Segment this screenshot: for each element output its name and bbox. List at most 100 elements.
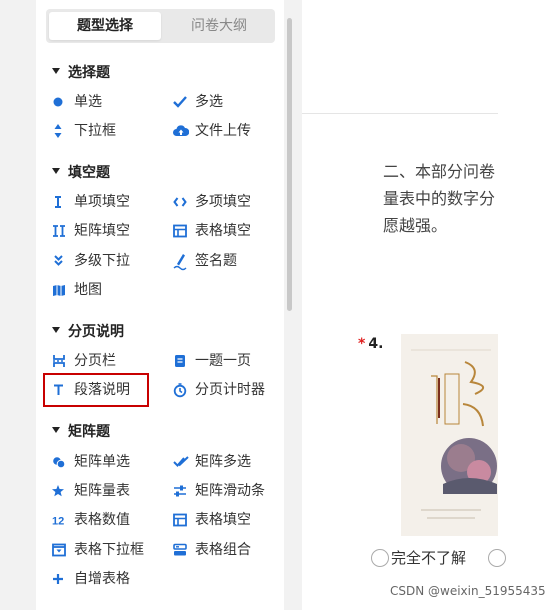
item-matrix-multi[interactable]: 矩阵多选 bbox=[173, 452, 251, 472]
section-fill-blank[interactable]: 填空题 bbox=[52, 163, 110, 183]
page-break-icon bbox=[52, 351, 66, 371]
item-page-break[interactable]: 分页栏 bbox=[52, 351, 116, 371]
item-label: 签名题 bbox=[195, 253, 237, 269]
paragraph-line: 量表中的数字分 bbox=[383, 189, 496, 208]
item-label: 多选 bbox=[195, 94, 223, 110]
option-label: 完全不了解 bbox=[391, 549, 467, 567]
item-matrix-slider[interactable]: 矩阵滑动条 bbox=[173, 481, 265, 501]
paragraph-line: 二、本部分问卷 bbox=[383, 162, 496, 181]
item-matrix-single[interactable]: 矩阵单选 bbox=[52, 452, 130, 472]
item-label: 单选 bbox=[74, 94, 102, 110]
item-single-choice[interactable]: 单选 bbox=[52, 92, 102, 112]
item-label: 多项填空 bbox=[195, 194, 251, 210]
item-label: 表格组合 bbox=[195, 542, 251, 558]
item-page-timer[interactable]: 分页计时器 bbox=[173, 380, 265, 400]
item-label: 分页栏 bbox=[74, 353, 116, 369]
item-table-blank-2[interactable]: 表格填空 bbox=[173, 510, 251, 530]
item-table-dropdown[interactable]: 表格下拉框 bbox=[52, 540, 144, 560]
table-icon bbox=[173, 221, 187, 241]
required-mark: * bbox=[358, 336, 366, 352]
watermark: CSDN @weixin_51955435 bbox=[390, 584, 546, 598]
section-title: 填空题 bbox=[68, 165, 110, 181]
item-label: 表格填空 bbox=[195, 223, 251, 239]
checkmark-icon bbox=[173, 92, 187, 112]
item-label: 矩阵填空 bbox=[74, 223, 130, 239]
option-not-at-all[interactable]: 完全不了解 bbox=[371, 547, 466, 569]
item-single-blank[interactable]: 单项填空 bbox=[52, 192, 130, 212]
question-number: * 4. bbox=[358, 336, 383, 352]
item-one-per-page[interactable]: 一题一页 bbox=[173, 351, 251, 371]
table-icon bbox=[173, 510, 187, 530]
pen-signature-icon bbox=[173, 251, 187, 271]
item-label: 矩阵多选 bbox=[195, 454, 251, 470]
item-label: 矩阵单选 bbox=[74, 454, 130, 470]
tab-survey-outline[interactable]: 问卷大纲 bbox=[163, 12, 275, 40]
question-type-sidebar: 题型选择 问卷大纲 选择题 单选 多选 下拉框 文件上传 填空题 单项填空 多项… bbox=[36, 0, 284, 610]
svg-text:12: 12 bbox=[52, 516, 64, 528]
table-combo-icon bbox=[173, 540, 187, 560]
item-dropdown[interactable]: 下拉框 bbox=[52, 121, 116, 141]
sidebar-tabs: 题型选择 问卷大纲 bbox=[46, 9, 275, 43]
matrix-radio-icon bbox=[52, 452, 66, 472]
map-icon bbox=[52, 280, 66, 300]
panel-separator bbox=[294, 0, 302, 610]
item-label: 表格数值 bbox=[74, 512, 130, 528]
text-cursor-icon bbox=[52, 192, 66, 212]
sliders-icon bbox=[173, 481, 187, 501]
number-12-icon: 12 bbox=[52, 510, 66, 530]
radio-button[interactable] bbox=[488, 549, 506, 567]
item-table-number[interactable]: 12 表格数值 bbox=[52, 510, 130, 530]
matrix-check-icon bbox=[173, 452, 189, 472]
item-cascade-dropdown[interactable]: 多级下拉 bbox=[52, 251, 130, 271]
double-cursor-icon bbox=[52, 221, 66, 241]
item-map[interactable]: 地图 bbox=[52, 280, 102, 300]
item-file-upload[interactable]: 文件上传 bbox=[173, 121, 251, 141]
item-label: 单项填空 bbox=[74, 194, 130, 210]
item-label: 地图 bbox=[74, 282, 102, 298]
item-multi-choice[interactable]: 多选 bbox=[173, 92, 223, 112]
item-label: 表格下拉框 bbox=[74, 542, 144, 558]
item-label: 表格填空 bbox=[195, 512, 251, 528]
sidebar-scrollbar-thumb[interactable] bbox=[287, 18, 292, 311]
item-multi-blank[interactable]: 多项填空 bbox=[173, 192, 251, 212]
up-down-arrows-icon bbox=[52, 121, 66, 141]
caret-down-icon bbox=[52, 168, 60, 174]
item-label: 矩阵量表 bbox=[74, 483, 130, 499]
table-dropdown-icon bbox=[52, 540, 66, 560]
item-table-combo[interactable]: 表格组合 bbox=[173, 540, 251, 560]
item-label: 分页计时器 bbox=[195, 382, 265, 398]
timer-icon bbox=[173, 380, 187, 400]
item-label: 文件上传 bbox=[195, 123, 251, 139]
item-table-blank[interactable]: 表格填空 bbox=[173, 221, 251, 241]
section-pagination[interactable]: 分页说明 bbox=[52, 322, 124, 342]
left-gutter bbox=[0, 0, 36, 610]
section-title: 选择题 bbox=[68, 65, 110, 81]
item-matrix-blank[interactable]: 矩阵填空 bbox=[52, 221, 130, 241]
section-divider bbox=[302, 113, 498, 114]
brackets-icon bbox=[173, 192, 187, 212]
item-label: 一题一页 bbox=[195, 353, 251, 369]
question-image bbox=[401, 334, 498, 536]
section-matrix[interactable]: 矩阵题 bbox=[52, 422, 110, 442]
paragraph-line: 愿越强。 bbox=[383, 216, 448, 235]
caret-down-icon bbox=[52, 427, 60, 433]
single-page-icon bbox=[173, 351, 187, 371]
star-scale-icon bbox=[52, 481, 66, 501]
caret-down-icon bbox=[52, 327, 60, 333]
item-signature[interactable]: 签名题 bbox=[173, 251, 237, 271]
section-choice[interactable]: 选择题 bbox=[52, 63, 110, 83]
double-chevron-down-icon bbox=[52, 251, 66, 271]
instruction-paragraph: 二、本部分问卷 量表中的数字分 愿越强。 bbox=[383, 158, 501, 239]
item-auto-table[interactable]: 自增表格 bbox=[52, 569, 130, 589]
radio-dot-icon bbox=[52, 92, 66, 112]
radio-button[interactable] bbox=[371, 548, 389, 567]
item-matrix-scale[interactable]: 矩阵量表 bbox=[52, 481, 130, 501]
tab-question-types[interactable]: 题型选择 bbox=[49, 12, 161, 40]
item-label: 多级下拉 bbox=[74, 253, 130, 269]
item-label: 矩阵滑动条 bbox=[195, 483, 265, 499]
section-title: 分页说明 bbox=[68, 324, 124, 340]
question-number-text: 4. bbox=[368, 336, 384, 352]
highlight-box bbox=[43, 373, 149, 407]
cloud-upload-icon bbox=[173, 121, 190, 141]
item-label: 自增表格 bbox=[74, 571, 130, 587]
